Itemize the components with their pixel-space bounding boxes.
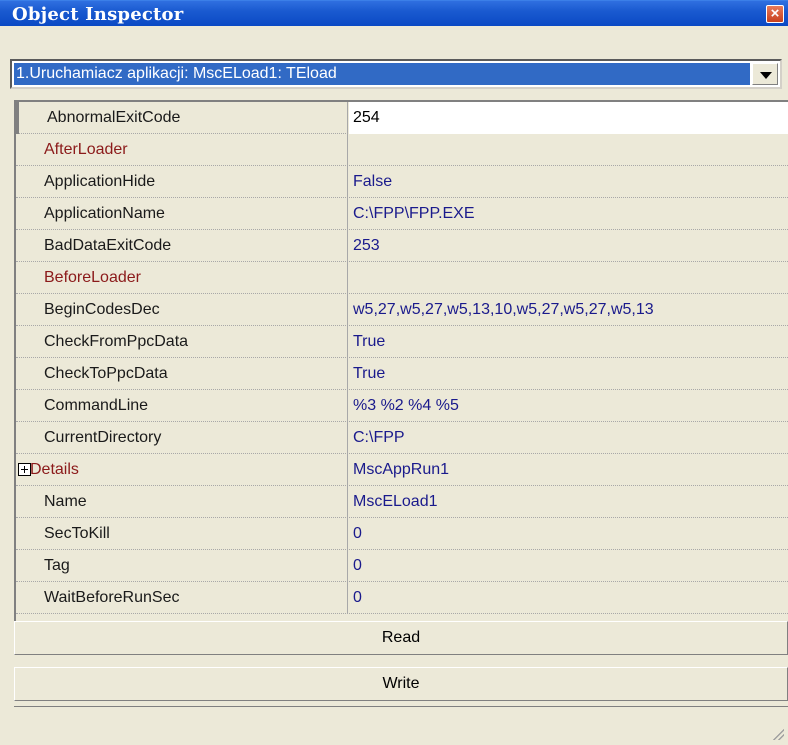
property-row[interactable]: BadDataExitCode 253 (16, 230, 788, 262)
property-row[interactable]: BeginCodesDec w5,27,w5,27,w5,13,10,w5,27,… (16, 294, 788, 326)
status-bar (14, 706, 788, 744)
object-inspector-window: Object Inspector × 1.Uruchamiacz aplikac… (0, 0, 788, 745)
property-row[interactable]: BeforeLoader (16, 262, 788, 294)
property-row[interactable]: Name MscELoad1 (16, 486, 788, 518)
property-name: BeginCodesDec (16, 294, 348, 326)
property-name: ApplicationHide (16, 166, 348, 198)
window-title: Object Inspector (12, 4, 184, 25)
property-value[interactable]: %3 %2 %4 %5 (349, 390, 788, 422)
property-name: BadDataExitCode (16, 230, 348, 262)
property-value[interactable] (349, 134, 788, 166)
title-bar[interactable]: Object Inspector × (0, 0, 788, 26)
property-value[interactable]: 0 (349, 518, 788, 550)
property-name: CheckToPpcData (16, 358, 348, 390)
property-value[interactable] (349, 262, 788, 294)
property-row[interactable]: AbnormalExitCode 254 (16, 102, 788, 134)
component-selector-dropdown[interactable]: 1.Uruchamiacz aplikacji: MscELoad1: TElo… (10, 59, 782, 89)
property-row[interactable]: Tag 0 (16, 550, 788, 582)
resize-grip-icon[interactable] (770, 726, 784, 740)
property-value[interactable]: 254 (349, 102, 788, 134)
property-row[interactable]: CommandLine %3 %2 %4 %5 (16, 390, 788, 422)
chevron-down-icon[interactable] (752, 63, 778, 85)
property-row[interactable]: CheckToPpcData True (16, 358, 788, 390)
property-grid: AbnormalExitCode 254 AfterLoader Applicatio… (14, 100, 788, 621)
property-value[interactable]: w5,27,w5,27,w5,13,10,w5,27,w5,27,w5,13 (349, 294, 788, 326)
property-row[interactable]: Details MscAppRun1 (16, 454, 788, 486)
property-name: AbnormalExitCode (16, 102, 348, 134)
property-value[interactable]: C:\FPP (349, 422, 788, 454)
property-name: CommandLine (16, 390, 348, 422)
property-value[interactable]: MscAppRun1 (349, 454, 788, 486)
property-name: Name (16, 486, 348, 518)
property-value[interactable]: C:\FPP\FPP.EXE (349, 198, 788, 230)
property-name: Tag (16, 550, 348, 582)
property-name: CheckFromPpcData (16, 326, 348, 358)
property-name: Details (16, 454, 348, 486)
property-value[interactable]: 0 (349, 550, 788, 582)
property-row[interactable]: ApplicationHide False (16, 166, 788, 198)
close-icon[interactable]: × (766, 5, 784, 23)
property-name: AfterLoader (16, 134, 348, 166)
property-value[interactable]: 253 (349, 230, 788, 262)
property-row[interactable]: ApplicationName C:\FPP\FPP.EXE (16, 198, 788, 230)
property-row[interactable]: AfterLoader (16, 134, 788, 166)
component-selector-value: 1.Uruchamiacz aplikacji: MscELoad1: TElo… (14, 63, 750, 85)
property-name: SecToKill (16, 518, 348, 550)
property-row[interactable]: CheckFromPpcData True (16, 326, 788, 358)
property-value[interactable]: MscELoad1 (349, 486, 788, 518)
write-button[interactable]: Write (14, 667, 788, 701)
property-name: CurrentDirectory (16, 422, 348, 454)
read-button[interactable]: Read (14, 621, 788, 655)
property-value[interactable]: 0 (349, 582, 788, 614)
property-row[interactable]: CurrentDirectory C:\FPP (16, 422, 788, 454)
property-row[interactable]: SecToKill 0 (16, 518, 788, 550)
property-name: WaitBeforeRunSec (16, 582, 348, 614)
property-value[interactable]: True (349, 326, 788, 358)
property-row[interactable]: WaitBeforeRunSec 0 (16, 582, 788, 614)
property-name: BeforeLoader (16, 262, 348, 294)
property-value[interactable]: False (349, 166, 788, 198)
property-name: ApplicationName (16, 198, 348, 230)
property-value[interactable]: True (349, 358, 788, 390)
